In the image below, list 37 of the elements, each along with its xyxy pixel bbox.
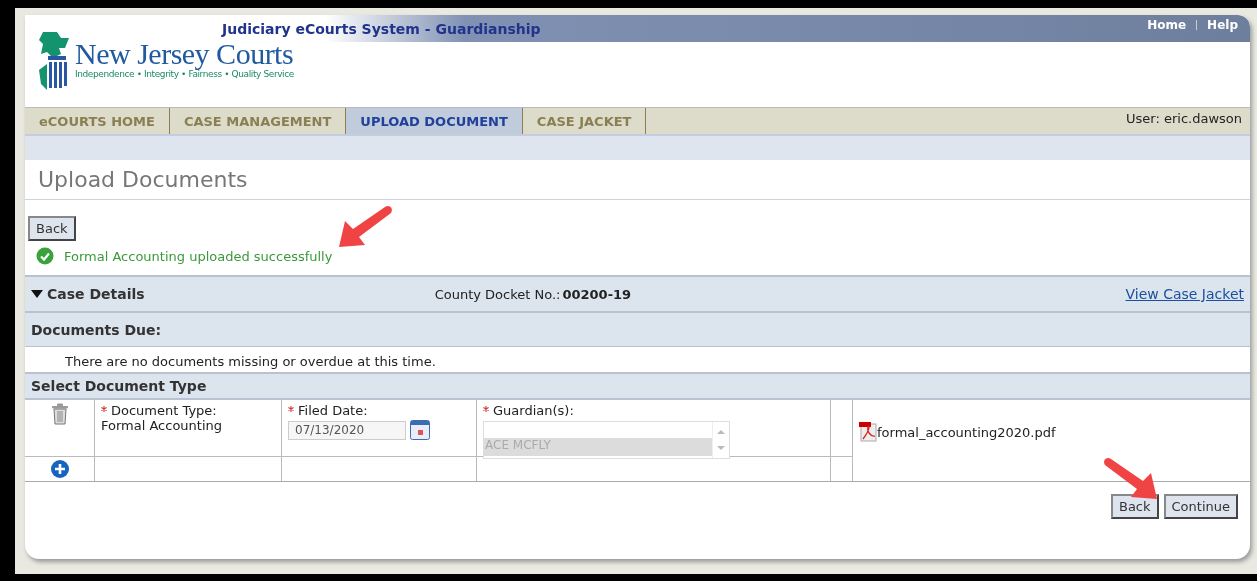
field-label: Document Type:	[111, 403, 217, 418]
field-value: Formal Accounting	[101, 418, 224, 433]
delete-button[interactable]	[50, 403, 69, 425]
field-label: Filed Date:	[298, 403, 368, 418]
plus-circle-icon	[50, 460, 69, 478]
section-title: Select Document Type	[31, 378, 207, 394]
check-circle-icon	[36, 247, 54, 265]
trash-icon	[50, 403, 69, 425]
add-button[interactable]	[50, 460, 69, 478]
required-asterisk-icon	[101, 406, 107, 412]
system-title: Judiciary eCourts System - Guardianship	[222, 21, 541, 37]
pdf-file-icon	[859, 422, 877, 442]
page-title: Upload Documents	[38, 167, 248, 192]
callout-arrow	[1101, 455, 1159, 501]
logo-title: New Jersey Courts	[75, 38, 294, 70]
section-title: Documents Due:	[31, 321, 162, 338]
docket-label: County Docket No.:	[434, 286, 561, 302]
calendar-icon	[410, 420, 430, 440]
back-button[interactable]: Back	[1110, 494, 1159, 519]
view-case-jacket-link[interactable]: View Case Jacket	[1125, 286, 1244, 302]
calendar-button[interactable]	[410, 420, 430, 440]
user-label: User: eric.dawson	[1126, 111, 1242, 128]
back-button[interactable]: Back	[28, 216, 76, 241]
nav-link[interactable]: Home	[1147, 18, 1187, 32]
field-label: Guardian(s):	[493, 403, 574, 418]
status-message: Formal Accounting uploaded successfully	[64, 248, 333, 264]
file-name: formal_accounting2020.pdf	[877, 424, 1056, 440]
required-asterisk-icon	[288, 406, 294, 412]
docket-number: 00200-19	[562, 286, 632, 302]
nav-link[interactable]: Help	[1207, 18, 1238, 32]
continue-button[interactable]: Continue	[1163, 494, 1238, 519]
date-field[interactable]: 07/13/2020	[288, 420, 406, 440]
nav-tab[interactable]: UPLOAD DOCUMENT	[346, 108, 523, 134]
callout-arrow	[337, 203, 395, 249]
logo-tagline: Independence • Integrity • Fairness • Quality Service	[75, 69, 294, 79]
case-details-toggle[interactable]: Case Details	[31, 286, 145, 302]
required-asterisk-icon	[483, 406, 489, 412]
